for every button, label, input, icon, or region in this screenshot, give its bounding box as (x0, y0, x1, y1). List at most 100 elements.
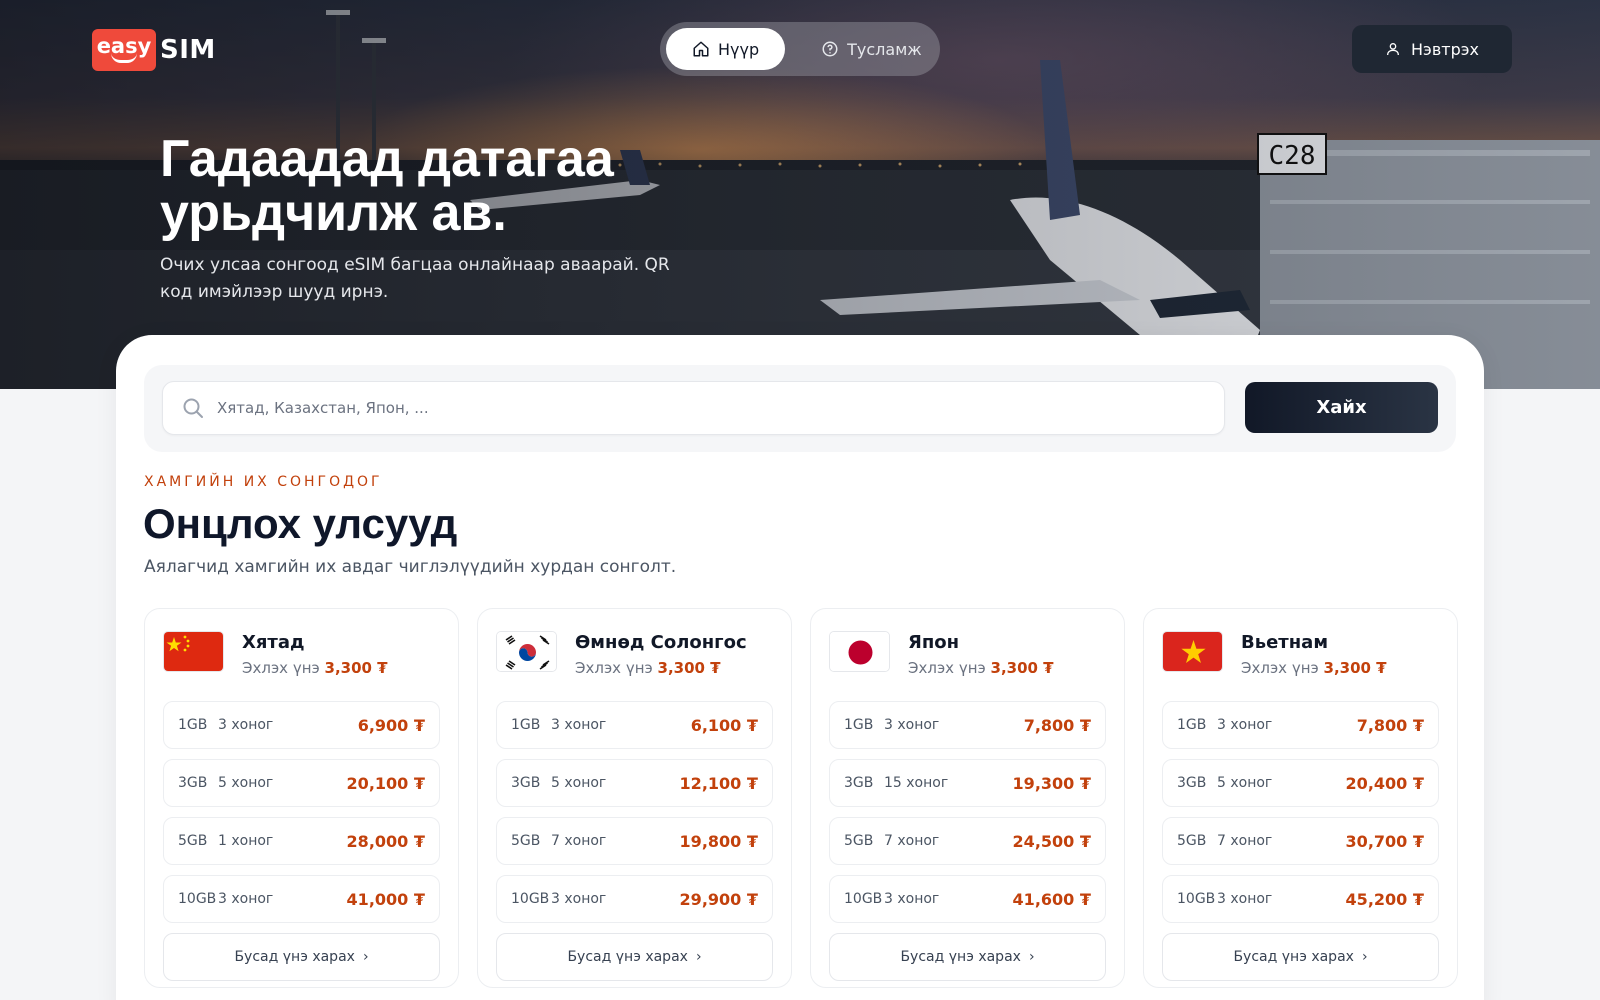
from-label: Эхлэх үнэ (242, 659, 320, 677)
plan-data: 5GB (511, 833, 541, 849)
hero-title: Гадаадад датагаа урьдчилж ав. (160, 132, 860, 240)
chevron-right-icon: › (362, 949, 369, 965)
plan-price: 45,200 ₮ (1345, 889, 1424, 909)
more-prices-button[interactable]: Бусад үнэ харах › (829, 933, 1106, 981)
plan-row[interactable]: 10GB 3 хоног 41,000 ₮ (163, 875, 440, 923)
country-card-japan[interactable]: Япон Эхлэх үнэ 3,300 ₮ 1GB 3 хоног 7,800 ₮… (810, 608, 1125, 988)
plan-data: 1GB (1177, 717, 1207, 733)
plan-price: 7,800 ₮ (1356, 715, 1424, 735)
more-prices-button[interactable]: Бусад үнэ харах › (163, 933, 440, 981)
plan-days: 3 хоног (218, 717, 274, 733)
plan-row[interactable]: 10GB 3 хоног 29,900 ₮ (496, 875, 773, 923)
plan-days: 7 хоног (1217, 833, 1273, 849)
plan-data: 1GB (844, 717, 874, 733)
plan-days: 5 хоног (1217, 775, 1273, 791)
plan-price: 30,700 ₮ (1345, 831, 1424, 851)
nav-home-label: Нүүр (718, 39, 760, 59)
hero-subtitle: Очих улсаа сонгоод eSIM багцаа онлайнаар… (160, 255, 670, 302)
plan-price: 7,800 ₮ (1023, 715, 1091, 735)
from-label: Эхлэх үнэ (1241, 659, 1319, 677)
country-card-vietnam[interactable]: Вьетнам Эхлэх үнэ 3,300 ₮ 1GB 3 хоног 7,80… (1143, 608, 1458, 988)
country-name: Япон (908, 632, 960, 653)
search-icon (183, 398, 203, 418)
search-input[interactable]: Хятад, Казахстан, Япон, ... (162, 381, 1225, 435)
section-title: Онцлох улсууд (143, 500, 458, 547)
plan-data: 1GB (511, 717, 541, 733)
plan-days: 3 хоног (218, 891, 274, 907)
china-flag-icon (163, 631, 224, 672)
section-eyebrow: ХАМГИЙН ИХ СОНГОДОГ (144, 474, 383, 490)
main-nav: Нүүр Тусламж (660, 22, 940, 76)
plan-price: 41,000 ₮ (346, 889, 425, 909)
country-name: Вьетнам (1241, 632, 1329, 653)
plan-row[interactable]: 1GB 3 хоног 7,800 ₮ (1162, 701, 1439, 749)
plan-data: 3GB (1177, 775, 1207, 791)
plan-days: 3 хоног (884, 891, 940, 907)
plan-row[interactable]: 5GB 7 хоног 30,700 ₮ (1162, 817, 1439, 865)
nav-home[interactable]: Нүүр (666, 28, 786, 70)
from-label: Эхлэх үнэ (575, 659, 653, 677)
chevron-right-icon: › (1361, 949, 1368, 965)
plan-row[interactable]: 5GB 7 хоног 19,800 ₮ (496, 817, 773, 865)
plan-price: 28,000 ₮ (346, 831, 425, 851)
plan-price: 19,800 ₮ (679, 831, 758, 851)
japan-flag-icon (829, 631, 890, 672)
login-label: Нэвтрэх (1411, 39, 1479, 59)
plan-days: 3 хоног (551, 891, 607, 907)
plan-row[interactable]: 5GB 1 хоног 28,000 ₮ (163, 817, 440, 865)
nav-help[interactable]: Тусламж (795, 28, 948, 70)
more-prices-label: Бусад үнэ харах (234, 949, 355, 965)
user-icon (1387, 43, 1400, 56)
search-button[interactable]: Хайх (1245, 382, 1438, 433)
login-button[interactable]: Нэвтрэх (1352, 25, 1512, 73)
country-card-south-korea[interactable]: Өмнөд Солонгос Эхлэх үнэ 3,300 ₮ 1GB 3 хо… (477, 608, 792, 988)
plan-row[interactable]: 5GB 7 хоног 24,500 ₮ (829, 817, 1106, 865)
country-card-china[interactable]: Хятад Эхлэх үнэ 3,300 ₮ 1GB 3 хоног 6,900 … (144, 608, 459, 988)
plan-row[interactable]: 1GB 3 хоног 6,900 ₮ (163, 701, 440, 749)
plan-row[interactable]: 3GB 15 хоног 19,300 ₮ (829, 759, 1106, 807)
plan-price: 20,100 ₮ (346, 773, 425, 793)
plan-data: 5GB (178, 833, 208, 849)
plan-row[interactable]: 1GB 3 хоног 7,800 ₮ (829, 701, 1106, 749)
search-placeholder: Хятад, Казахстан, Япон, ... (217, 399, 429, 417)
section-subtitle: Аялагчид хамгийн их авдаг чиглэлүүдийн х… (144, 557, 677, 577)
plan-row[interactable]: 3GB 5 хоног 20,100 ₮ (163, 759, 440, 807)
plan-price: 6,100 ₮ (690, 715, 758, 735)
plan-row[interactable]: 3GB 5 хоног 20,400 ₮ (1162, 759, 1439, 807)
chevron-right-icon: › (1028, 949, 1035, 965)
plan-row[interactable]: 1GB 3 хоног 6,100 ₮ (496, 701, 773, 749)
plan-data: 5GB (1177, 833, 1207, 849)
plan-days: 15 хоног (884, 775, 949, 791)
plan-row[interactable]: 10GB 3 хоног 41,600 ₮ (829, 875, 1106, 923)
plan-data: 10GB (178, 891, 217, 907)
more-prices-label: Бусад үнэ харах (567, 949, 688, 965)
plan-days: 7 хоног (884, 833, 940, 849)
plan-price: 24,500 ₮ (1012, 831, 1091, 851)
country-name: Хятад (242, 632, 305, 653)
vietnam-flag-icon (1162, 631, 1223, 672)
more-prices-button[interactable]: Бусад үнэ харах › (496, 933, 773, 981)
plan-row[interactable]: 10GB 3 хоног 45,200 ₮ (1162, 875, 1439, 923)
plan-data: 5GB (844, 833, 874, 849)
plan-price: 41,600 ₮ (1012, 889, 1091, 909)
plan-days: 1 хоног (218, 833, 274, 849)
plan-days: 5 хоног (218, 775, 274, 791)
plan-row[interactable]: 3GB 5 хоног 12,100 ₮ (496, 759, 773, 807)
brand-logo[interactable]: easy SIM (92, 29, 216, 71)
plan-price: 29,900 ₮ (679, 889, 758, 909)
from-price: 3,300 ₮ (657, 659, 721, 677)
hero-title-line1: Гадаадад датагаа (160, 130, 614, 188)
plan-data: 10GB (844, 891, 883, 907)
plan-days: 3 хоног (1217, 891, 1273, 907)
from-price: 3,300 ₮ (1323, 659, 1387, 677)
help-circle-icon (822, 41, 838, 57)
plan-data: 1GB (178, 717, 208, 733)
plan-price: 6,900 ₮ (357, 715, 425, 735)
plan-days: 7 хоног (551, 833, 607, 849)
plan-days: 3 хоног (884, 717, 940, 733)
logo-suffix: SIM (160, 35, 216, 65)
plan-days: 5 хоног (551, 775, 607, 791)
more-prices-button[interactable]: Бусад үнэ харах › (1162, 933, 1439, 981)
more-prices-label: Бусад үнэ харах (900, 949, 1021, 965)
nav-help-label: Тусламж (847, 39, 922, 59)
